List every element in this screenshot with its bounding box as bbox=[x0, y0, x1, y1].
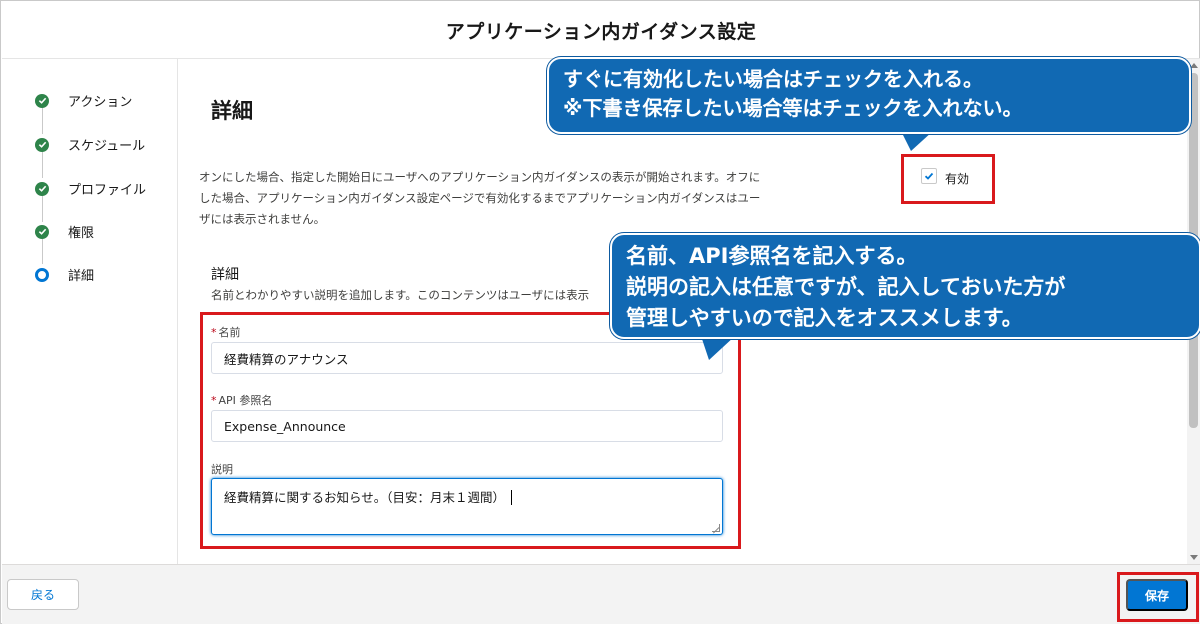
step-connector bbox=[42, 238, 43, 264]
step-connector bbox=[42, 150, 43, 178]
modal-footer: 戻る 保存 bbox=[2, 564, 1200, 624]
step-details[interactable]: 詳細 bbox=[35, 265, 94, 284]
step-label: 詳細 bbox=[68, 269, 95, 284]
name-input[interactable]: 経費精算のアナウンス bbox=[211, 342, 723, 374]
name-value: 経費精算のアナウンス bbox=[224, 351, 349, 367]
section-title: 詳細 bbox=[211, 99, 253, 123]
api-name-value: Expense_Announce bbox=[224, 418, 346, 434]
description-textarea[interactable]: 経費精算に関するお知らせ。（目安：月末１週間） bbox=[211, 478, 723, 535]
step-schedule[interactable]: スケジュール bbox=[35, 135, 145, 154]
modal-header: アプリケーション内ガイダンス設定 bbox=[2, 2, 1200, 59]
step-label: スケジュール bbox=[68, 139, 146, 154]
scroll-down-arrow-icon[interactable] bbox=[1190, 555, 1198, 560]
modal-title: アプリケーション内ガイダンス設定 bbox=[445, 20, 757, 43]
check-icon bbox=[35, 137, 49, 152]
description-value: 経費精算に関するお知らせ。（目安：月末１週間） bbox=[224, 490, 506, 505]
guidance-setup-modal: アプリケーション内ガイダンス設定 アクション スケジュール プロファイル 権限 … bbox=[0, 0, 1200, 624]
api-name-input[interactable]: Expense_Announce bbox=[211, 410, 723, 442]
callout-tail bbox=[701, 336, 735, 360]
subsection-title: 詳細 bbox=[211, 267, 239, 283]
description-line: した場合、アプリケーション内ガイダンス設定ページで有効化するまでアプリケーション… bbox=[199, 191, 761, 205]
save-button[interactable]: 保存 bbox=[1126, 579, 1188, 611]
form-callout: 名前、API参照名を記入する。 説明の記入は任意ですが、記入しておいた方が 管理… bbox=[610, 233, 1200, 339]
step-connector bbox=[42, 194, 43, 222]
callout-tail bbox=[901, 131, 933, 151]
step-profile[interactable]: プロファイル bbox=[35, 179, 146, 198]
callout-line: 名前、API参照名を記入する。 bbox=[626, 244, 918, 268]
checkmark-icon bbox=[924, 172, 934, 180]
callout-line: すぐに有効化したい場合はチェックを入れる。 bbox=[563, 67, 983, 91]
description-line: ザには表示されません。 bbox=[199, 212, 326, 226]
back-button[interactable]: 戻る bbox=[7, 579, 79, 610]
description-label: 説明 bbox=[211, 463, 233, 476]
current-step-icon bbox=[35, 267, 49, 282]
required-mark: * bbox=[211, 326, 217, 339]
step-connector bbox=[42, 106, 43, 134]
required-mark: * bbox=[211, 394, 217, 407]
progress-sidebar: アクション スケジュール プロファイル 権限 詳細 bbox=[2, 59, 178, 564]
name-label: * 名前 bbox=[211, 326, 241, 339]
subsection-description: 名前とわかりやすい説明を追加します。このコンテンツはユーザには表示 bbox=[211, 288, 590, 302]
step-action[interactable]: アクション bbox=[35, 91, 132, 110]
step-permission[interactable]: 権限 bbox=[35, 222, 94, 241]
callout-line: 管理しやすいので記入をオススメします。 bbox=[626, 306, 1023, 330]
resize-handle-icon[interactable] bbox=[712, 524, 720, 532]
check-icon bbox=[35, 93, 49, 108]
step-label: アクション bbox=[68, 95, 133, 110]
active-checkbox-label: 有効 bbox=[945, 172, 970, 186]
api-name-label: * API 参照名 bbox=[211, 394, 273, 407]
active-callout: すぐに有効化したい場合はチェックを入れる。 ※下書き保存したい場合等はチェックを… bbox=[547, 57, 1191, 134]
callout-line: 説明の記入は任意ですが、記入しておいた方が bbox=[626, 275, 1066, 299]
step-label: プロファイル bbox=[68, 183, 147, 198]
scroll-up-arrow-icon[interactable] bbox=[1190, 63, 1198, 68]
text-caret bbox=[511, 490, 513, 505]
activation-description: オンにした場合、指定した開始日にユーザへのアプリケーション内ガイダンスの表示が開… bbox=[199, 167, 859, 230]
callout-line: ※下書き保存したい場合等はチェックを入れない。 bbox=[563, 96, 1023, 120]
check-icon bbox=[35, 181, 49, 196]
step-label: 権限 bbox=[68, 226, 95, 241]
description-line: オンにした場合、指定した開始日にユーザへのアプリケーション内ガイダンスの表示が開… bbox=[199, 170, 761, 184]
check-icon bbox=[35, 224, 49, 239]
active-checkbox[interactable] bbox=[921, 168, 937, 184]
